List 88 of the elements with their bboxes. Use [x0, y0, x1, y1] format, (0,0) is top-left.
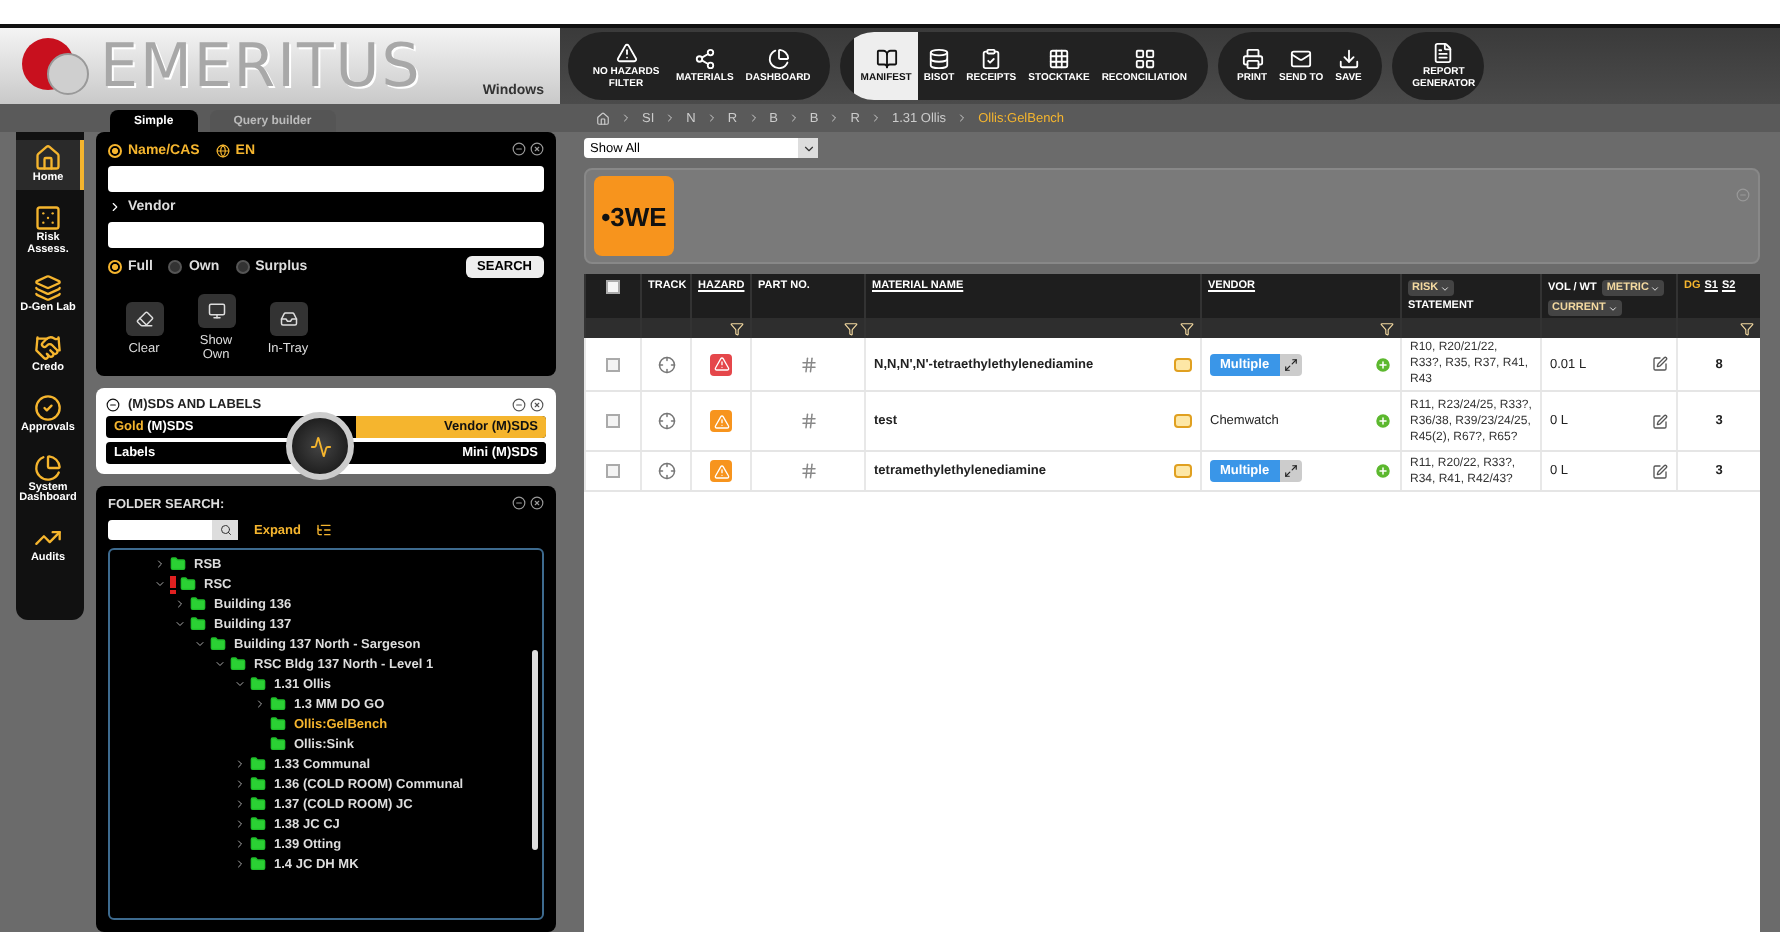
tray-icon: [279, 309, 297, 327]
grid-icon: [1047, 47, 1070, 70]
folder-icon: [170, 556, 186, 572]
chevron-icon: [787, 112, 800, 124]
label-tile[interactable]: •3WE: [594, 176, 674, 256]
minimize-icon: [512, 398, 526, 412]
folder-icon: [190, 596, 206, 612]
toggle-knob[interactable]: [286, 412, 354, 480]
pie-chart-icon: [34, 453, 62, 482]
eraser-icon: [135, 309, 153, 327]
layers-icon: [34, 274, 62, 303]
printer-icon: [1241, 47, 1263, 70]
chevron-icon: [956, 112, 969, 124]
close-icon: [530, 142, 544, 156]
folder-icon: [250, 756, 266, 772]
home-icon: [34, 144, 62, 172]
add-icon: [1374, 355, 1392, 374]
document-icon: [1432, 42, 1455, 64]
select-all-checkbox[interactable]: [606, 280, 620, 294]
folder-icon: [190, 616, 206, 632]
barrel-icon: [928, 47, 950, 70]
crosshair-icon: [657, 462, 675, 481]
folder-icon: [250, 676, 266, 692]
tree-icon: [316, 522, 333, 538]
row-checkbox[interactable]: [606, 464, 620, 479]
minimize-icon: [512, 496, 526, 510]
folder-icon: [250, 836, 266, 852]
envelope-icon: [1290, 47, 1313, 70]
row-checkbox[interactable]: [606, 357, 620, 372]
edit-icon: [1652, 356, 1668, 373]
folder-icon: [270, 716, 286, 732]
monitor-icon: [207, 302, 225, 320]
row-checkbox[interactable]: [606, 414, 620, 429]
minimize-icon: [1736, 188, 1750, 202]
add-icon: [1374, 412, 1392, 431]
grid-icon: [1133, 47, 1156, 70]
collapse-icon: [106, 398, 120, 412]
hash-icon: [799, 355, 817, 374]
search-button[interactable]: [212, 520, 238, 540]
folder-icon: [250, 856, 266, 872]
minimize-icon: [512, 142, 526, 156]
chevron-icon: [869, 112, 882, 124]
crosshair-icon: [657, 355, 675, 374]
folder-icon: [210, 636, 226, 652]
dice-icon: [34, 203, 62, 232]
handshake-icon: [34, 334, 62, 363]
expand-icon: [1283, 357, 1298, 372]
vendor-field[interactable]: [108, 222, 544, 248]
crosshair-icon: [657, 412, 675, 431]
name-cas-field[interactable]: [108, 166, 544, 192]
chevron-icon: [747, 112, 760, 124]
book-icon: [875, 47, 898, 70]
caret-icon: [1607, 303, 1618, 313]
search-icon: [219, 524, 231, 536]
chevron-icon: [705, 112, 718, 124]
logo-name: EMERITUS: [100, 31, 422, 101]
folder-icon: [230, 656, 246, 672]
caret-icon: [1650, 283, 1661, 293]
pie-chart-icon: [767, 47, 790, 70]
pulse-icon: [309, 435, 331, 457]
home-icon: [596, 111, 610, 125]
hash-icon: [799, 412, 817, 431]
caret-icon: [1440, 283, 1451, 293]
folder-icon: [270, 736, 286, 752]
folder-search-field[interactable]: [108, 520, 238, 540]
folder-icon: [180, 576, 196, 592]
expand-icon: [1283, 464, 1298, 479]
chevron-icon: [664, 112, 677, 124]
scrollbar[interactable]: [532, 650, 538, 850]
folder-icon: [270, 696, 286, 712]
edit-icon: [1652, 463, 1668, 480]
hash-icon: [799, 462, 817, 481]
chevron-icon: [828, 112, 841, 124]
download-icon: [1337, 47, 1360, 70]
edit-icon: [1652, 413, 1668, 430]
check-circle-icon: [34, 393, 62, 422]
receipt-icon: [980, 47, 1003, 70]
close-icon: [530, 398, 544, 412]
logo-icon: [20, 36, 92, 96]
chevron-icon: [620, 112, 632, 124]
caret-icon: [801, 141, 815, 155]
folder-icon: [250, 816, 266, 832]
warning-icon: [615, 42, 637, 64]
add-icon: [1374, 462, 1392, 481]
close-icon: [530, 496, 544, 510]
folder-icon: [250, 796, 266, 812]
filter-icon: [1740, 321, 1754, 335]
folder-icon: [250, 776, 266, 792]
